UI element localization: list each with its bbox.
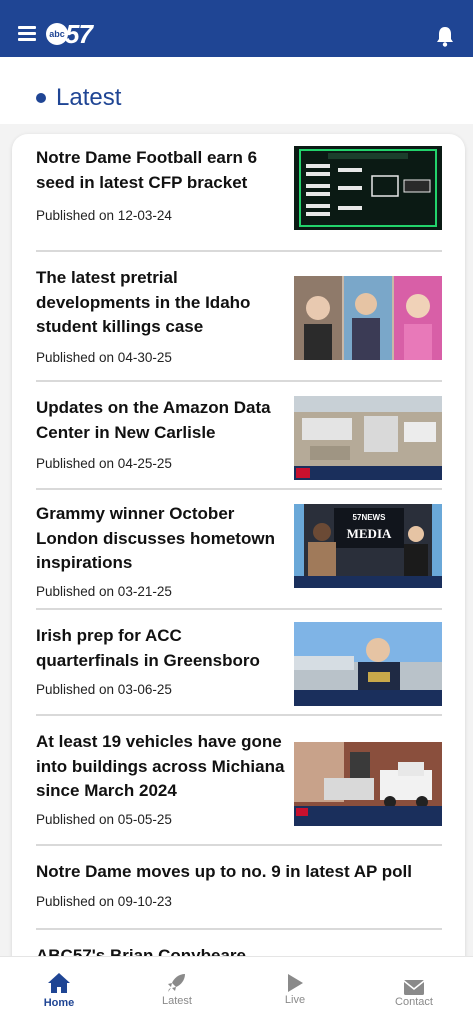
story-divider bbox=[36, 714, 442, 716]
section-heading: Latest bbox=[36, 84, 121, 112]
story-divider bbox=[36, 488, 442, 490]
story-title[interactable]: Notre Dame moves up to no. 9 in latest A… bbox=[36, 860, 442, 885]
nav-home-label: Home bbox=[43, 997, 75, 1009]
bottom-navigation: Home Latest Live Contact bbox=[0, 956, 473, 1024]
story-date: Published on 05-05-25 bbox=[36, 812, 172, 827]
story-title[interactable]: ABC57's Brian Conybeare bbox=[36, 944, 442, 956]
story-title[interactable]: Notre Dame Football earn 6 seed in lates… bbox=[36, 146, 286, 195]
nav-contact-label: Contact bbox=[395, 996, 433, 1008]
story-date: Published on 04-30-25 bbox=[36, 350, 172, 365]
story-thumbnail[interactable]: 57NEWS MEDIA bbox=[294, 504, 442, 588]
story-item[interactable]: Irish prep for ACC quarterfinals in Gree… bbox=[36, 622, 442, 706]
story-item[interactable]: The latest pretrial developments in the … bbox=[36, 266, 442, 365]
story-title[interactable]: At least 19 vehicles have gone into buil… bbox=[36, 730, 286, 804]
story-item[interactable]: Notre Dame moves up to no. 9 in latest A… bbox=[36, 860, 442, 912]
story-list-background: Notre Dame Football earn 6 seed in lates… bbox=[0, 124, 473, 956]
story-title[interactable]: The latest pretrial developments in the … bbox=[36, 266, 286, 340]
nav-latest[interactable]: Latest bbox=[118, 957, 236, 1024]
top-app-bar: abc 57 bbox=[0, 0, 473, 57]
story-divider bbox=[36, 250, 442, 252]
story-thumbnail[interactable] bbox=[294, 276, 442, 360]
home-icon bbox=[48, 973, 70, 993]
story-thumbnail[interactable] bbox=[294, 396, 442, 480]
story-date: Published on 09-10-23 bbox=[36, 894, 172, 909]
story-divider bbox=[36, 928, 442, 930]
section-title: Latest bbox=[56, 84, 122, 111]
story-item[interactable]: ABC57's Brian Conybeare bbox=[36, 944, 442, 956]
story-thumbnail[interactable] bbox=[294, 742, 442, 826]
story-item[interactable]: Notre Dame Football earn 6 seed in lates… bbox=[36, 146, 442, 242]
logo-number: 57 bbox=[65, 18, 93, 49]
hamburger-menu-icon[interactable] bbox=[18, 26, 36, 42]
story-divider bbox=[36, 608, 442, 610]
story-date: Published on 12-03-24 bbox=[36, 208, 172, 223]
story-title[interactable]: Grammy winner October London discusses h… bbox=[36, 502, 286, 576]
story-divider bbox=[36, 844, 442, 846]
story-title[interactable]: Updates on the Amazon Data Center in New… bbox=[36, 396, 286, 445]
bullet-dot bbox=[36, 93, 46, 103]
nav-contact[interactable]: Contact bbox=[355, 957, 473, 1024]
nav-home[interactable]: Home bbox=[0, 957, 118, 1024]
story-date: Published on 03-06-25 bbox=[36, 682, 172, 697]
nav-latest-label: Latest bbox=[162, 995, 192, 1007]
story-item[interactable]: At least 19 vehicles have gone into buil… bbox=[36, 730, 442, 834]
story-divider bbox=[36, 380, 442, 382]
story-date: Published on 04-25-25 bbox=[36, 456, 172, 471]
nav-live[interactable]: Live bbox=[236, 957, 354, 1024]
story-list-card: Notre Dame Football earn 6 seed in lates… bbox=[12, 134, 465, 956]
story-title[interactable]: Irish prep for ACC quarterfinals in Gree… bbox=[36, 624, 286, 673]
story-item[interactable]: Updates on the Amazon Data Center in New… bbox=[36, 396, 442, 480]
play-icon bbox=[288, 974, 303, 992]
bell-icon[interactable] bbox=[435, 25, 455, 47]
svg-text:MEDIA: MEDIA bbox=[347, 526, 392, 541]
rocket-icon bbox=[168, 974, 185, 992]
svg-text:57NEWS: 57NEWS bbox=[353, 513, 387, 522]
abc57-logo[interactable]: abc 57 bbox=[46, 18, 93, 49]
story-date: Published on 03-21-25 bbox=[36, 584, 172, 599]
story-item[interactable]: Grammy winner October London discusses h… bbox=[36, 502, 442, 599]
story-thumbnail[interactable] bbox=[294, 622, 442, 706]
story-thumbnail[interactable] bbox=[294, 146, 442, 230]
nav-live-label: Live bbox=[284, 994, 306, 1006]
